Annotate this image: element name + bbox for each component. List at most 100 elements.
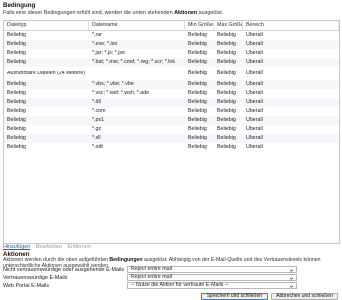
- cell-min-size: Beliebig: [188, 135, 207, 142]
- save-and-close-button[interactable]: Speichern und schließen: [201, 293, 268, 300]
- column-header-max-size[interactable]: Max Größe: [214, 21, 243, 30]
- cell-max-size: Beliebig: [217, 135, 236, 142]
- table-row[interactable]: Beliebig *.gz Beliebig Beliebig Überall: [4, 125, 339, 134]
- cell-scope: Überall: [246, 117, 263, 124]
- cell-scope: Überall: [246, 59, 263, 66]
- conditions-title: Bedingung: [3, 2, 36, 9]
- condition-links: Hinzufügen Bearbeiten Entfernen: [3, 244, 95, 250]
- cell-scope: Überall: [246, 81, 263, 88]
- cell-filename: *.odt: [92, 144, 103, 151]
- cell-min-size: Beliebig: [188, 90, 207, 97]
- table-row[interactable]: Beliebig *.rar Beliebig Beliebig Überall: [4, 31, 339, 40]
- cell-filetype: Beliebig: [7, 59, 26, 66]
- cell-min-size: Beliebig: [188, 41, 207, 48]
- cell-scope: Überall: [246, 32, 263, 39]
- cell-max-size: Beliebig: [217, 90, 236, 97]
- cell-filetype: Beliebig: [7, 41, 26, 48]
- cell-max-size: Beliebig: [217, 99, 236, 106]
- cell-filename: *.rar: [92, 32, 103, 39]
- action-label-trusted: Vertrauenswürdige E-Mails: [3, 275, 68, 281]
- cell-filetype: Beliebig: [7, 117, 26, 124]
- cancel-and-close-button[interactable]: Abbrechen und schließen: [271, 293, 338, 300]
- cell-filename: *.jar; *.js; *.jse: [92, 50, 125, 57]
- cell-filename: *.vsc; *.wsf; *.wsh; *.ade: [92, 90, 150, 97]
- cell-scope: Überall: [246, 135, 263, 142]
- table-row[interactable]: Ausführbare Dateien (24 weitere) Beliebig…: [4, 67, 339, 80]
- cell-filetype: Beliebig: [7, 108, 26, 115]
- cell-scope: Überall: [246, 50, 263, 57]
- cell-filetype: Beliebig: [7, 99, 26, 106]
- cell-max-size: Beliebig: [217, 41, 236, 48]
- column-header-min-size[interactable]: Min Größe: [185, 21, 214, 30]
- column-header-filename[interactable]: Dateiname: [89, 21, 185, 30]
- cell-filetype: Beliebig: [7, 126, 26, 133]
- cell-filename: *.ps1: [92, 117, 105, 124]
- action-select-value: -- Nutze die Aktion für vertraute E-Mail…: [131, 282, 229, 288]
- chevron-down-icon: [289, 277, 294, 280]
- conditions-table: Dateityp Dateiname Min Größe Max Größe B…: [3, 20, 340, 244]
- action-select-web-portal[interactable]: -- Nutze die Aktion für vertraute E-Mail…: [127, 282, 297, 289]
- cell-max-size: Beliebig: [217, 117, 236, 124]
- remove-link[interactable]: Entfernen: [67, 244, 90, 250]
- table-row[interactable]: Beliebig *.com Beliebig Beliebig Überall: [4, 107, 339, 116]
- cell-max-size: Beliebig: [217, 59, 236, 66]
- cell-min-size: Beliebig: [188, 70, 207, 77]
- cell-min-size: Beliebig: [188, 81, 207, 88]
- cell-filetype: Beliebig: [7, 144, 26, 151]
- table-row[interactable]: Beliebig *.odt Beliebig Beliebig Überall: [4, 143, 339, 152]
- chevron-down-icon: [289, 285, 294, 288]
- table-row[interactable]: Beliebig *.exe; *.iso Beliebig Beliebig Über…: [4, 40, 339, 49]
- cell-min-size: Beliebig: [188, 50, 207, 57]
- cell-max-size: Beliebig: [217, 126, 236, 133]
- cell-filename: *.exe; *.iso: [92, 41, 118, 48]
- add-link[interactable]: Hinzufügen: [3, 244, 30, 250]
- cell-scope: Überall: [246, 144, 263, 151]
- table-row[interactable]: Beliebig *.xll Beliebig Beliebig Überall: [4, 134, 339, 143]
- cell-max-size: Beliebig: [217, 108, 236, 115]
- conditions-description: Falls eine dieser Bedingungen erfüllt si…: [3, 10, 224, 16]
- table-row[interactable]: Beliebig *.vbs; *.vbe; *.vbe Beliebig Belie…: [4, 80, 339, 89]
- action-select-trusted[interactable]: Reject entire mail: [127, 274, 297, 281]
- cell-scope: Überall: [246, 108, 263, 115]
- cell-max-size: Beliebig: [217, 70, 236, 77]
- cell-filename: *.bat; *.msi; *.cmd; *.reg; *.scr; *.lnk: [92, 59, 176, 66]
- cell-filename: *.com: [92, 108, 106, 115]
- cell-max-size: Beliebig: [217, 32, 236, 39]
- action-select-value: Reject entire mail: [131, 266, 172, 272]
- edit-link[interactable]: Bearbeiten: [36, 244, 62, 250]
- cell-filetype: Beliebig: [7, 90, 26, 97]
- cell-filetype: Ausführbare Dateien (24 weitere): [7, 70, 86, 76]
- cell-scope: Überall: [246, 99, 263, 106]
- action-label-untrusted-outgoing: Nicht vertrauenswürdige oder ausgehende …: [3, 267, 125, 273]
- column-header-scope[interactable]: Bereich: [243, 21, 339, 30]
- cell-scope: Überall: [246, 126, 263, 133]
- cell-min-size: Beliebig: [188, 99, 207, 106]
- cell-max-size: Beliebig: [217, 81, 236, 88]
- cell-filename: *.gz: [92, 126, 102, 133]
- table-row[interactable]: Beliebig *.ps1 Beliebig Beliebig Überall: [4, 116, 339, 125]
- column-header-filetype[interactable]: Dateityp: [4, 21, 89, 30]
- conditions-table-header: Dateityp Dateiname Min Größe Max Größe B…: [4, 21, 339, 31]
- cell-filetype: Beliebig: [7, 50, 26, 57]
- cell-max-size: Beliebig: [217, 144, 236, 151]
- cell-filename: *.xll: [92, 135, 101, 142]
- table-row[interactable]: Beliebig *.vsc; *.wsf; *.wsh; *.ade Belieb…: [4, 89, 339, 98]
- cell-scope: Überall: [246, 70, 263, 77]
- cell-filename: *.vbs; *.vbe; *.vbe: [92, 81, 134, 88]
- action-label-web-portal: Web Portal E-Mails: [3, 283, 50, 289]
- cell-min-size: Beliebig: [188, 32, 207, 39]
- cell-min-size: Beliebig: [188, 126, 207, 133]
- table-row[interactable]: Beliebig *.jar; *.js; *.jse Beliebig Belieb…: [4, 49, 339, 58]
- action-select-value: Reject entire mail: [131, 274, 172, 280]
- cell-scope: Überall: [246, 41, 263, 48]
- cell-filename: *.dll: [92, 99, 101, 106]
- conditions-table-body: Beliebig *.rar Beliebig Beliebig Überall Beli…: [4, 31, 339, 152]
- chevron-down-icon: [289, 269, 294, 272]
- cell-max-size: Beliebig: [217, 50, 236, 57]
- cell-scope: Überall: [246, 90, 263, 97]
- cell-filetype: Beliebig: [7, 32, 26, 39]
- table-row[interactable]: Beliebig *.bat; *.msi; *.cmd; *.reg; *.sc…: [4, 58, 339, 67]
- action-select-untrusted-outgoing[interactable]: Reject entire mail: [127, 266, 297, 273]
- table-row[interactable]: Beliebig *.dll Beliebig Beliebig Überall: [4, 98, 339, 107]
- cell-min-size: Beliebig: [188, 117, 207, 124]
